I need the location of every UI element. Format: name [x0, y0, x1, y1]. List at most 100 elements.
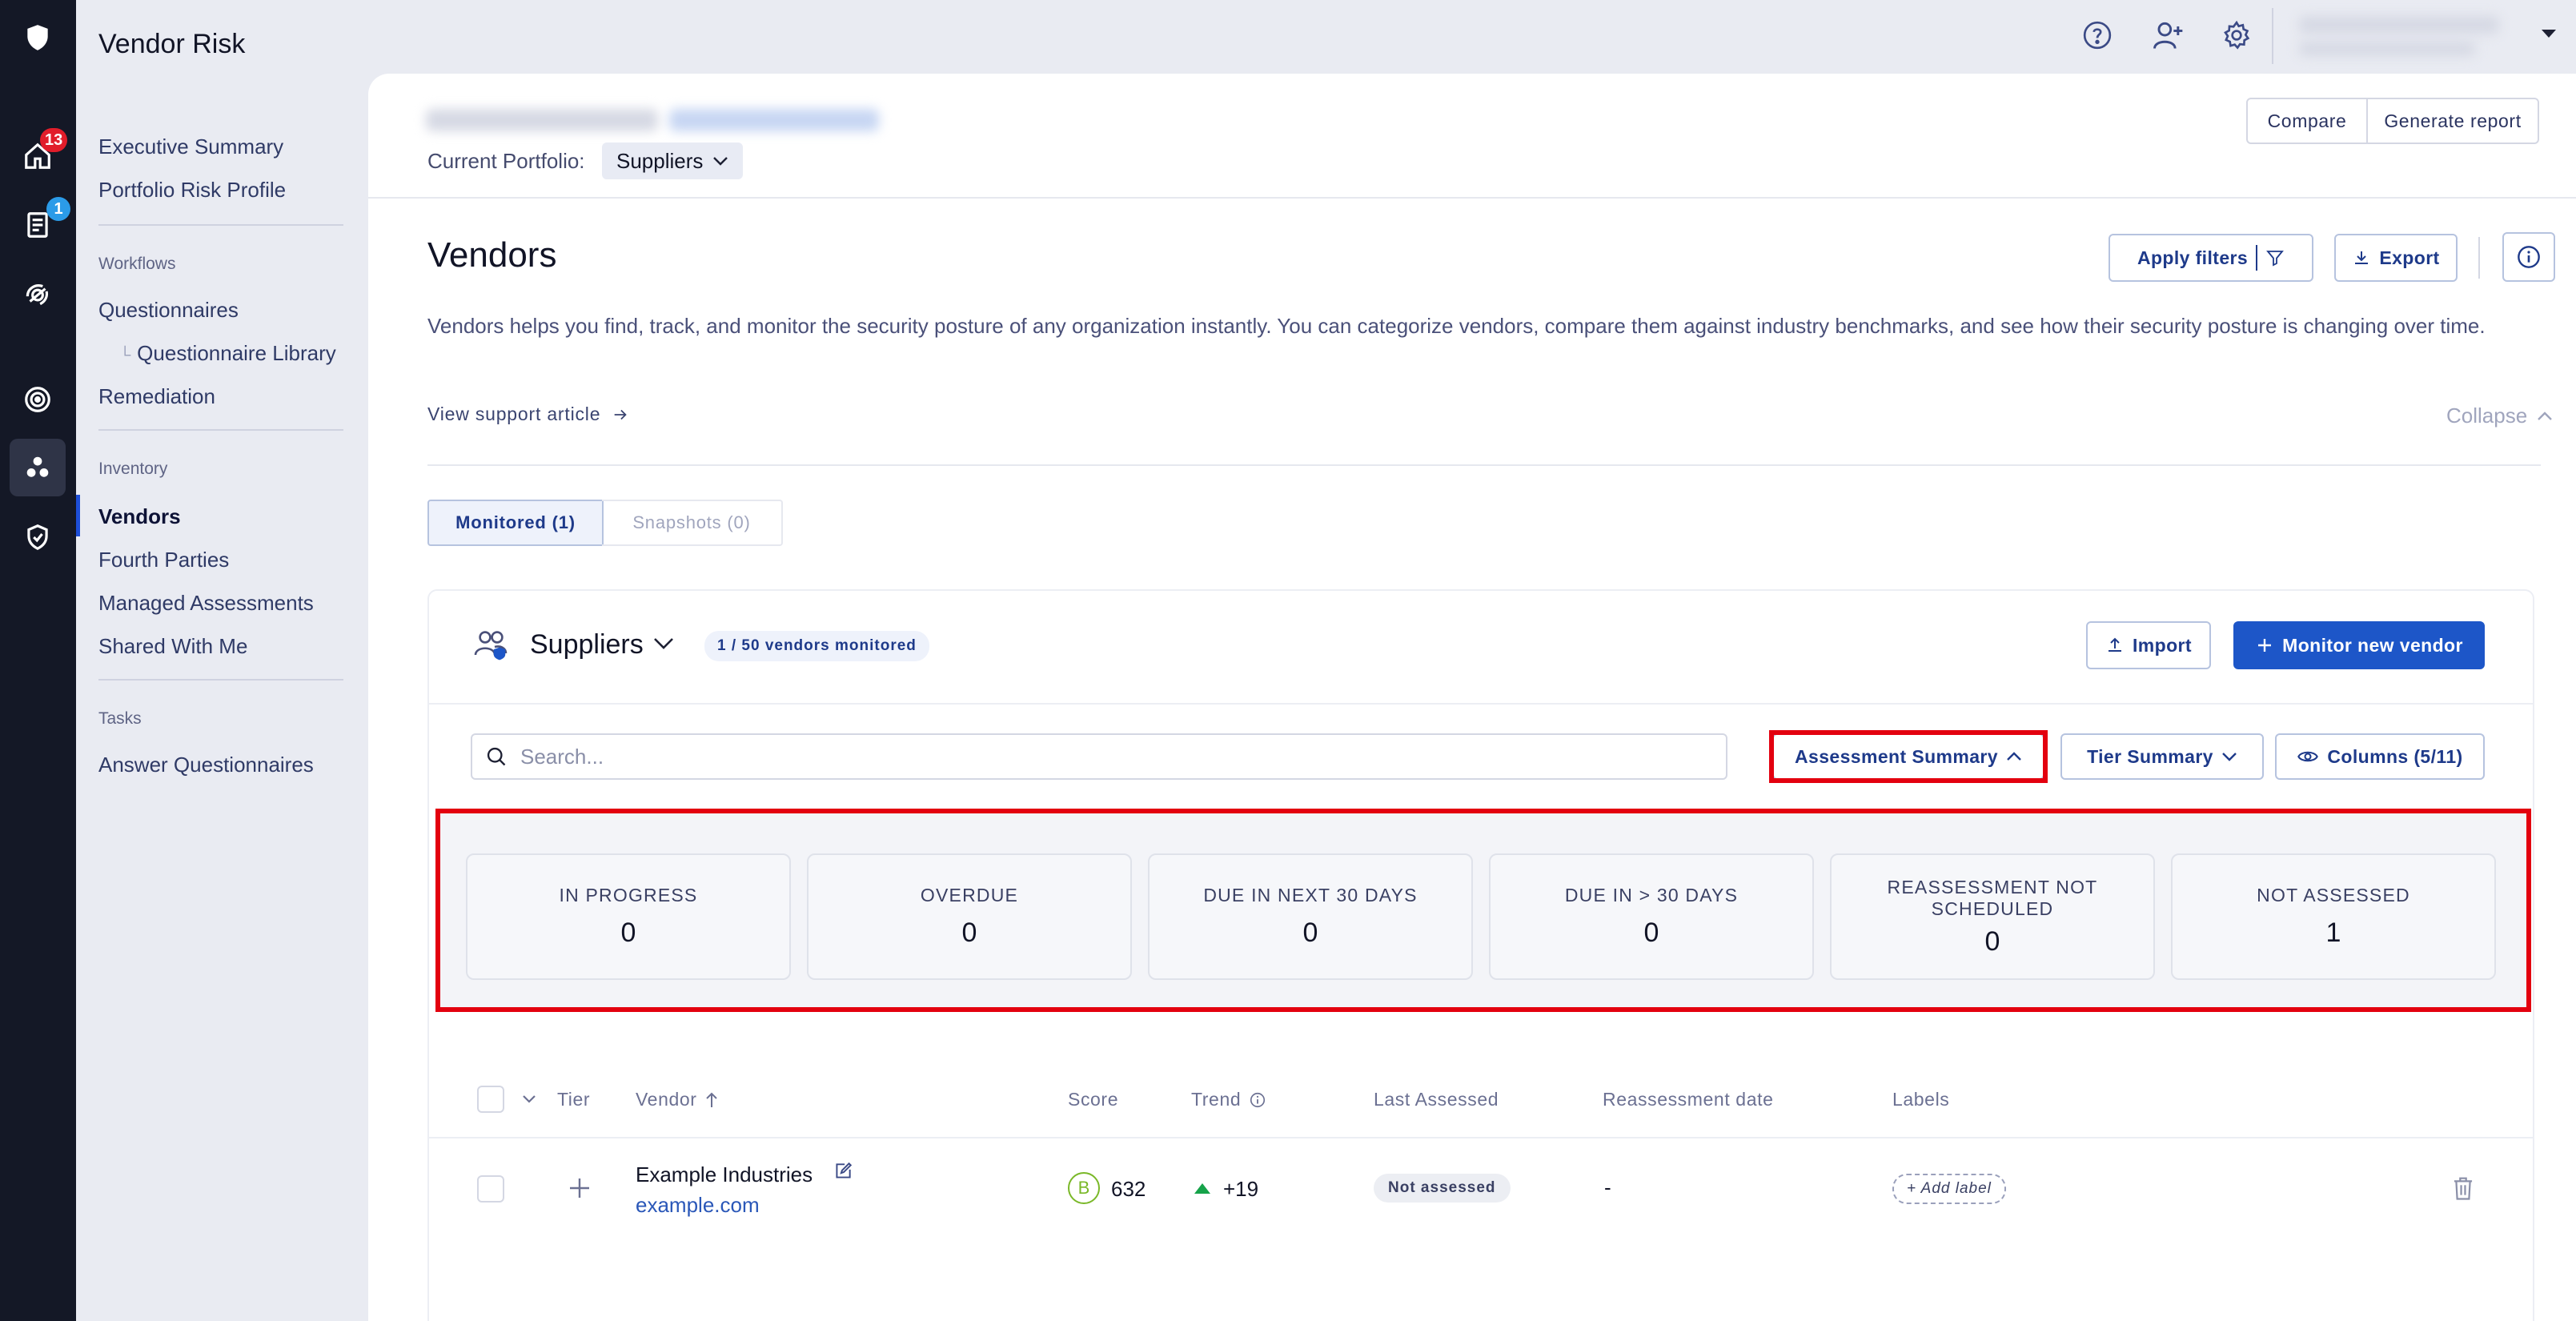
nav-answer-questionnaires[interactable]: Answer Questionnaires — [98, 753, 314, 777]
tab-snapshots[interactable]: Snapshots (0) — [602, 500, 783, 546]
column-header-vendor[interactable]: Vendor — [636, 1089, 718, 1110]
summary-label: DUE IN NEXT 30 DAYS — [1203, 885, 1418, 905]
add-label-button[interactable]: + Add label — [1892, 1174, 2006, 1204]
eye-icon — [2297, 751, 2319, 762]
shield-check-icon[interactable] — [19, 519, 56, 556]
nav-questionnaires[interactable]: Questionnaires — [98, 298, 239, 323]
nav-shared-with-me[interactable]: Shared With Me — [98, 634, 247, 659]
help-icon[interactable] — [2081, 19, 2113, 51]
chevron-down-icon — [2222, 753, 2237, 761]
summary-value: 0 — [1643, 917, 1659, 948]
header-actions: Compare Generate report — [2246, 98, 2539, 144]
settings-gear-icon[interactable] — [2221, 19, 2253, 51]
vendor-search-input[interactable]: Search... — [471, 733, 1727, 780]
info-button[interactable] — [2502, 232, 2555, 282]
main-content: Current Portfolio: Suppliers Compare Gen… — [368, 74, 2576, 1321]
import-button[interactable]: Import — [2086, 621, 2211, 669]
home-notification-badge: 13 — [40, 128, 68, 152]
document-notification-badge: 1 — [46, 197, 70, 221]
row-select-checkbox[interactable] — [477, 1175, 504, 1203]
column-header-score[interactable]: Score — [1068, 1089, 1118, 1110]
vendors-network-icon[interactable] — [10, 439, 66, 496]
summary-value: 0 — [1984, 926, 2000, 957]
nav-fourth-parties[interactable]: Fourth Parties — [98, 548, 229, 572]
nav-section-inventory: Inventory — [98, 460, 168, 478]
chevron-down-icon — [713, 157, 728, 166]
target-icon[interactable] — [19, 381, 56, 418]
support-link-label: View support article — [427, 404, 601, 424]
summary-value: 1 — [2325, 917, 2341, 948]
nav-section-workflows: Workflows — [98, 255, 176, 273]
app-rail: 13 1 — [0, 0, 76, 1321]
user-email-redacted — [2299, 42, 2475, 56]
nav-remediation[interactable]: Remediation — [98, 384, 215, 409]
account-caret-down-icon[interactable] — [2539, 26, 2558, 42]
section-divider — [427, 464, 2541, 466]
export-label: Export — [2379, 247, 2440, 268]
summary-card-due-over-30[interactable]: DUE IN > 30 DAYS 0 — [1489, 853, 1814, 980]
column-header-reassessment-date[interactable]: Reassessment date — [1603, 1089, 1773, 1110]
toolbar-divider — [2478, 237, 2480, 279]
delete-vendor-trash-icon[interactable] — [2451, 1175, 2475, 1201]
compare-button[interactable]: Compare — [2248, 99, 2368, 143]
summary-card-in-progress[interactable]: IN PROGRESS 0 — [466, 853, 791, 980]
column-header-tier[interactable]: Tier — [557, 1089, 590, 1110]
vendor-name[interactable]: Example Industries — [636, 1162, 813, 1187]
button-separator — [2256, 245, 2258, 271]
monitor-new-vendor-button[interactable]: Monitor new vendor — [2233, 621, 2485, 669]
summary-card-reassessment-not-scheduled[interactable]: REASSESSMENT NOT SCHEDULED 0 — [1830, 853, 2155, 980]
add-tier-plus-icon[interactable] — [567, 1175, 592, 1201]
last-assessed-status: Not assessed — [1374, 1174, 1511, 1203]
topbar-divider — [2272, 8, 2273, 64]
column-header-trend[interactable]: Trend — [1191, 1089, 1266, 1110]
user-account-menu[interactable] — [2294, 11, 2510, 62]
portfolio-selector[interactable]: Suppliers — [602, 143, 744, 179]
info-icon[interactable] — [1249, 1091, 1266, 1109]
portfolio-card-title[interactable]: Suppliers — [530, 629, 644, 660]
import-label: Import — [2133, 634, 2192, 656]
tree-branch-icon: └ — [119, 347, 131, 364]
upload-icon — [2109, 637, 2122, 652]
column-header-last-assessed[interactable]: Last Assessed — [1374, 1089, 1499, 1110]
vendor-score: 632 — [1111, 1177, 1146, 1201]
apply-filters-button[interactable]: Apply filters — [2109, 234, 2313, 282]
summary-card-due-next-30[interactable]: DUE IN NEXT 30 DAYS 0 — [1148, 853, 1473, 980]
radar-icon[interactable] — [19, 275, 56, 312]
tier-summary-toggle[interactable]: Tier Summary — [2060, 733, 2264, 780]
columns-button[interactable]: Columns (5/11) — [2275, 733, 2485, 780]
current-portfolio-label: Current Portfolio: — [427, 149, 585, 173]
nav-questionnaire-library[interactable]: └ Questionnaire Library — [119, 341, 336, 366]
nav-active-indicator — [76, 495, 80, 536]
nav-divider — [98, 224, 343, 226]
summary-value: 0 — [620, 917, 636, 948]
summary-card-overdue[interactable]: OVERDUE 0 — [807, 853, 1132, 980]
collapse-toggle[interactable]: Collapse — [2446, 404, 2553, 428]
tab-monitored[interactable]: Monitored (1) — [427, 500, 604, 546]
nav-portfolio-risk-profile[interactable]: Portfolio Risk Profile — [98, 178, 286, 203]
shield-logo-icon[interactable] — [19, 19, 56, 56]
sort-ascending-arrow-icon — [705, 1092, 717, 1107]
columns-label: Columns (5/11) — [2327, 745, 2463, 767]
app-title: Vendor Risk — [98, 29, 246, 59]
org-email-redacted — [669, 109, 879, 131]
export-button[interactable]: Export — [2334, 234, 2458, 282]
nav-vendors[interactable]: Vendors — [98, 504, 181, 529]
summary-label: OVERDUE — [920, 885, 1019, 905]
column-header-trend-label: Trend — [1191, 1089, 1242, 1110]
sidebar-nav: Vendor Risk Executive Summary Portfolio … — [76, 0, 368, 1321]
select-menu-chevron-icon[interactable] — [522, 1094, 536, 1103]
column-header-vendor-label: Vendor — [636, 1089, 697, 1110]
add-user-icon[interactable] — [2150, 18, 2185, 53]
select-all-checkbox[interactable] — [477, 1086, 504, 1113]
portfolio-chevron-down-icon[interactable] — [653, 637, 674, 650]
column-header-labels[interactable]: Labels — [1892, 1089, 1949, 1110]
summary-label: NOT ASSESSED — [2257, 885, 2410, 905]
view-support-article-link[interactable]: View support article — [427, 404, 629, 425]
nav-executive-summary[interactable]: Executive Summary — [98, 135, 283, 159]
nav-managed-assessments[interactable]: Managed Assessments — [98, 591, 314, 616]
header-divider — [368, 197, 2576, 199]
vendor-domain-link[interactable]: example.com — [636, 1193, 760, 1218]
summary-card-not-assessed[interactable]: NOT ASSESSED 1 — [2171, 853, 2496, 980]
generate-report-button[interactable]: Generate report — [2368, 99, 2538, 143]
edit-vendor-icon[interactable] — [833, 1161, 853, 1182]
